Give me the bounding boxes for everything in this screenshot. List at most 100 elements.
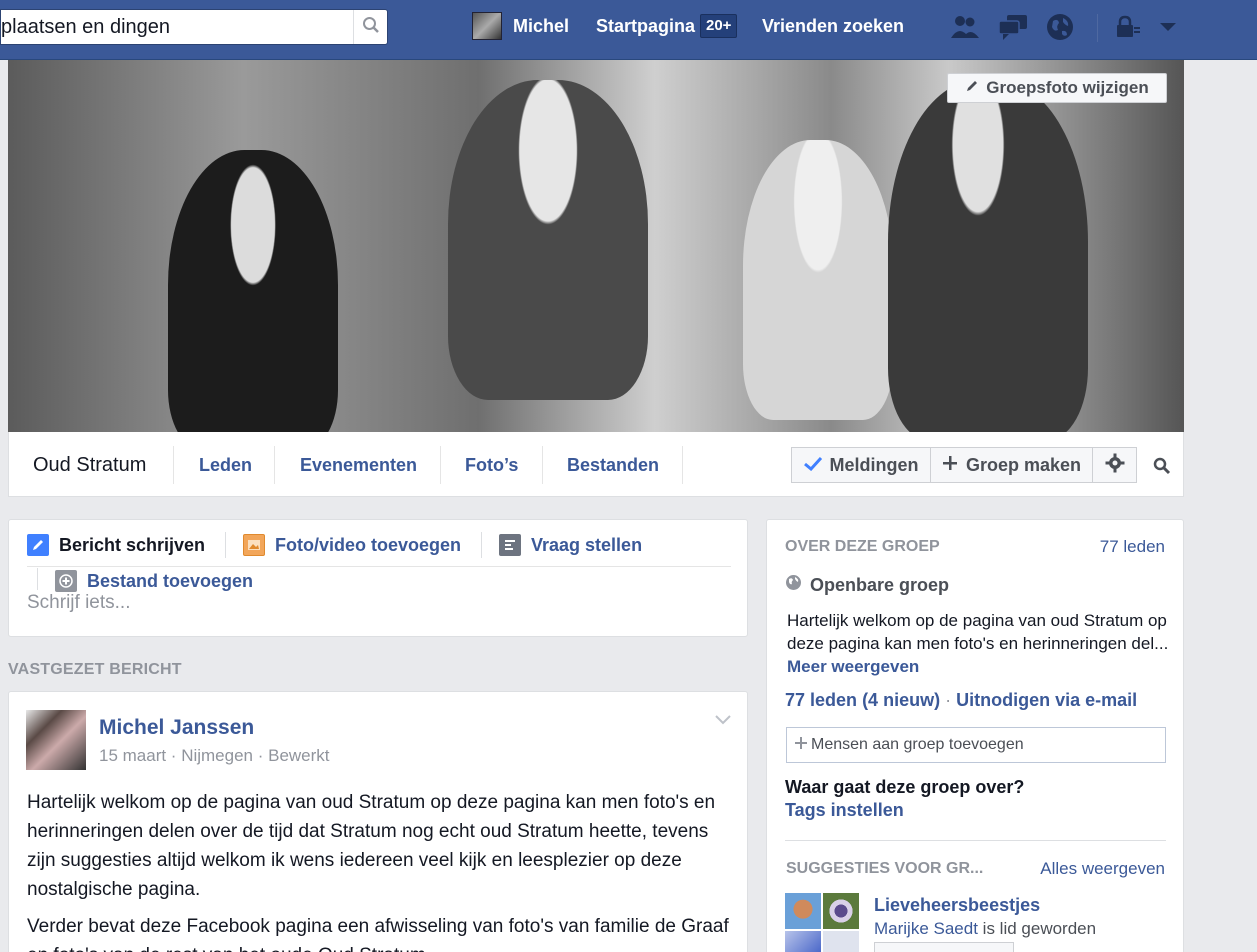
- change-group-photo-label: Groepsfoto wijzigen: [986, 78, 1149, 97]
- post-composer: Bericht schrijven Foto/video toevoegen V…: [8, 519, 748, 637]
- checkmark-icon: [803, 455, 822, 476]
- photo-icon: [243, 534, 265, 556]
- post-body: Hartelijk welkom op de pagina van oud St…: [27, 788, 737, 952]
- tab-divider: [542, 446, 543, 484]
- search-box: [0, 9, 388, 45]
- tab-divider: [274, 446, 275, 484]
- search-button[interactable]: [353, 10, 387, 44]
- ask-question-tab[interactable]: Vraag stellen: [499, 534, 642, 556]
- group-search-icon[interactable]: [1153, 457, 1171, 480]
- post-paragraph: Hartelijk welkom op de pagina van oud St…: [27, 792, 716, 900]
- group-topic-question: Waar gaat deze groep over?: [785, 777, 1025, 797]
- tab-files[interactable]: Bestanden: [567, 455, 659, 476]
- suggestion-thumbnail[interactable]: [785, 893, 821, 929]
- pencil-icon: [27, 534, 49, 556]
- about-divider: [785, 840, 1166, 841]
- notifications-globe-icon[interactable]: [1043, 12, 1077, 42]
- topbar-divider: [1097, 14, 1098, 42]
- suggestions-heading: SUGGESTIES VOOR GR...: [786, 860, 984, 877]
- account-menu-chevron-icon[interactable]: [1151, 12, 1185, 42]
- cover-figure-girl: [448, 80, 648, 400]
- add-photo-video-label: Foto/video toevoegen: [275, 534, 462, 555]
- members-link[interactable]: 77 leden: [785, 690, 857, 710]
- cover-figure-toddler: [743, 140, 893, 420]
- create-group-button[interactable]: Groep maken: [930, 447, 1093, 483]
- suggested-group-name[interactable]: Lieveheersbeestjes: [874, 895, 1040, 916]
- tab-members[interactable]: Leden: [199, 455, 252, 476]
- invite-email-link[interactable]: Uitnodigen via e-mail: [956, 690, 1137, 710]
- pinned-post-label: VASTGEZET BERICHT: [8, 661, 182, 678]
- composer-input[interactable]: Schrijf iets...: [27, 592, 130, 614]
- add-people-input[interactable]: Mensen aan groep toevoegen: [786, 727, 1166, 763]
- cover-figure-woman: [888, 80, 1088, 432]
- see-all-suggestions-link[interactable]: Alles weergeven: [1040, 859, 1165, 879]
- post-author-avatar[interactable]: [26, 710, 86, 770]
- add-file-icon: [55, 570, 77, 592]
- find-friends-link[interactable]: Vrienden zoeken: [762, 16, 904, 37]
- group-privacy: Openbare groep: [785, 574, 949, 596]
- group-type-label: Openbare groep: [810, 574, 950, 595]
- member-count-link[interactable]: 77 leden: [1100, 537, 1165, 557]
- post-paragraph: Verder bevat deze Facebook pagina een af…: [27, 916, 729, 952]
- globe-icon: [785, 574, 802, 596]
- group-settings-button[interactable]: [1092, 447, 1137, 483]
- tab-photos[interactable]: Foto’s: [465, 455, 518, 476]
- members-row: 77 leden (4 nieuw) · Uitnodigen via e-ma…: [785, 690, 1137, 711]
- post-options-chevron-icon[interactable]: [715, 712, 731, 730]
- plus-icon: [942, 455, 958, 476]
- suggestion-thumbnail[interactable]: [823, 931, 859, 952]
- home-link[interactable]: Startpagina: [596, 16, 695, 37]
- join-group-button[interactable]: [874, 942, 1014, 952]
- tab-events[interactable]: Evenementen: [300, 455, 417, 476]
- pinned-post: Michel Janssen 15 maart · Nijmegen · Bew…: [8, 691, 748, 952]
- group-title[interactable]: Oud Stratum: [33, 454, 146, 477]
- change-group-photo-button[interactable]: Groepsfoto wijzigen: [947, 73, 1167, 103]
- new-members-link[interactable]: (4 nieuw): [862, 690, 940, 710]
- suggestion-thumbnail[interactable]: [785, 931, 821, 952]
- privacy-lock-icon[interactable]: [1111, 12, 1145, 42]
- composer-divider: [225, 532, 226, 558]
- tab-divider: [173, 446, 174, 484]
- set-tags-link[interactable]: Tags instellen: [785, 800, 904, 821]
- poll-icon: [499, 534, 521, 556]
- pencil-icon: [965, 78, 979, 98]
- add-photo-video-tab[interactable]: Foto/video toevoegen: [243, 534, 461, 556]
- post-meta[interactable]: 15 maart · Nijmegen · Bewerkt: [99, 746, 330, 766]
- gear-icon: [1105, 453, 1125, 478]
- write-post-label: Bericht schrijven: [59, 534, 206, 555]
- messages-icon[interactable]: [996, 12, 1030, 42]
- suggestion-member-link[interactable]: Marijke Saedt: [874, 919, 978, 938]
- add-people-placeholder: Mensen aan groep toevoegen: [811, 736, 1024, 753]
- composer-divider: [481, 532, 482, 558]
- cover-figure-boy: [168, 150, 338, 432]
- group-description-text: Hartelijk welkom op de pagina van oud St…: [787, 611, 1169, 653]
- group-cover-photo: [8, 60, 1184, 432]
- post-author-name[interactable]: Michel Janssen: [99, 716, 254, 740]
- top-navigation-bar: Michel Startpagina 20+ Vrienden zoeken: [0, 0, 1257, 60]
- add-file-tab[interactable]: Bestand toevoegen: [55, 570, 253, 592]
- create-group-label: Groep maken: [965, 454, 1082, 475]
- see-more-link[interactable]: Meer weergeven: [787, 657, 919, 676]
- notifications-button[interactable]: Meldingen: [791, 447, 931, 483]
- search-icon: [362, 16, 380, 39]
- members-separator: ·: [945, 690, 952, 710]
- suggestion-thumbnail[interactable]: [823, 893, 859, 929]
- tab-divider: [682, 446, 683, 484]
- user-avatar[interactable]: [472, 12, 502, 40]
- friend-requests-icon[interactable]: [948, 12, 982, 42]
- search-input[interactable]: [1, 10, 353, 44]
- group-navigation: Oud Stratum Leden Evenementen Foto’s Bes…: [8, 432, 1184, 497]
- ask-question-label: Vraag stellen: [531, 534, 643, 555]
- about-heading: OVER DEZE GROEP: [785, 538, 940, 555]
- notifications-label: Meldingen: [829, 454, 919, 475]
- add-file-label: Bestand toevoegen: [87, 570, 254, 591]
- about-group-panel: OVER DEZE GROEP 77 leden Openbare groep …: [766, 519, 1184, 952]
- suggestion-activity-text: is lid geworden: [982, 919, 1097, 938]
- composer-divider: [37, 568, 38, 590]
- profile-link[interactable]: Michel: [513, 16, 569, 37]
- home-badge: 20+: [700, 14, 738, 38]
- tab-divider: [440, 446, 441, 484]
- write-post-tab[interactable]: Bericht schrijven: [27, 534, 205, 556]
- plus-icon: [795, 736, 807, 754]
- composer-divider-line: [27, 566, 731, 567]
